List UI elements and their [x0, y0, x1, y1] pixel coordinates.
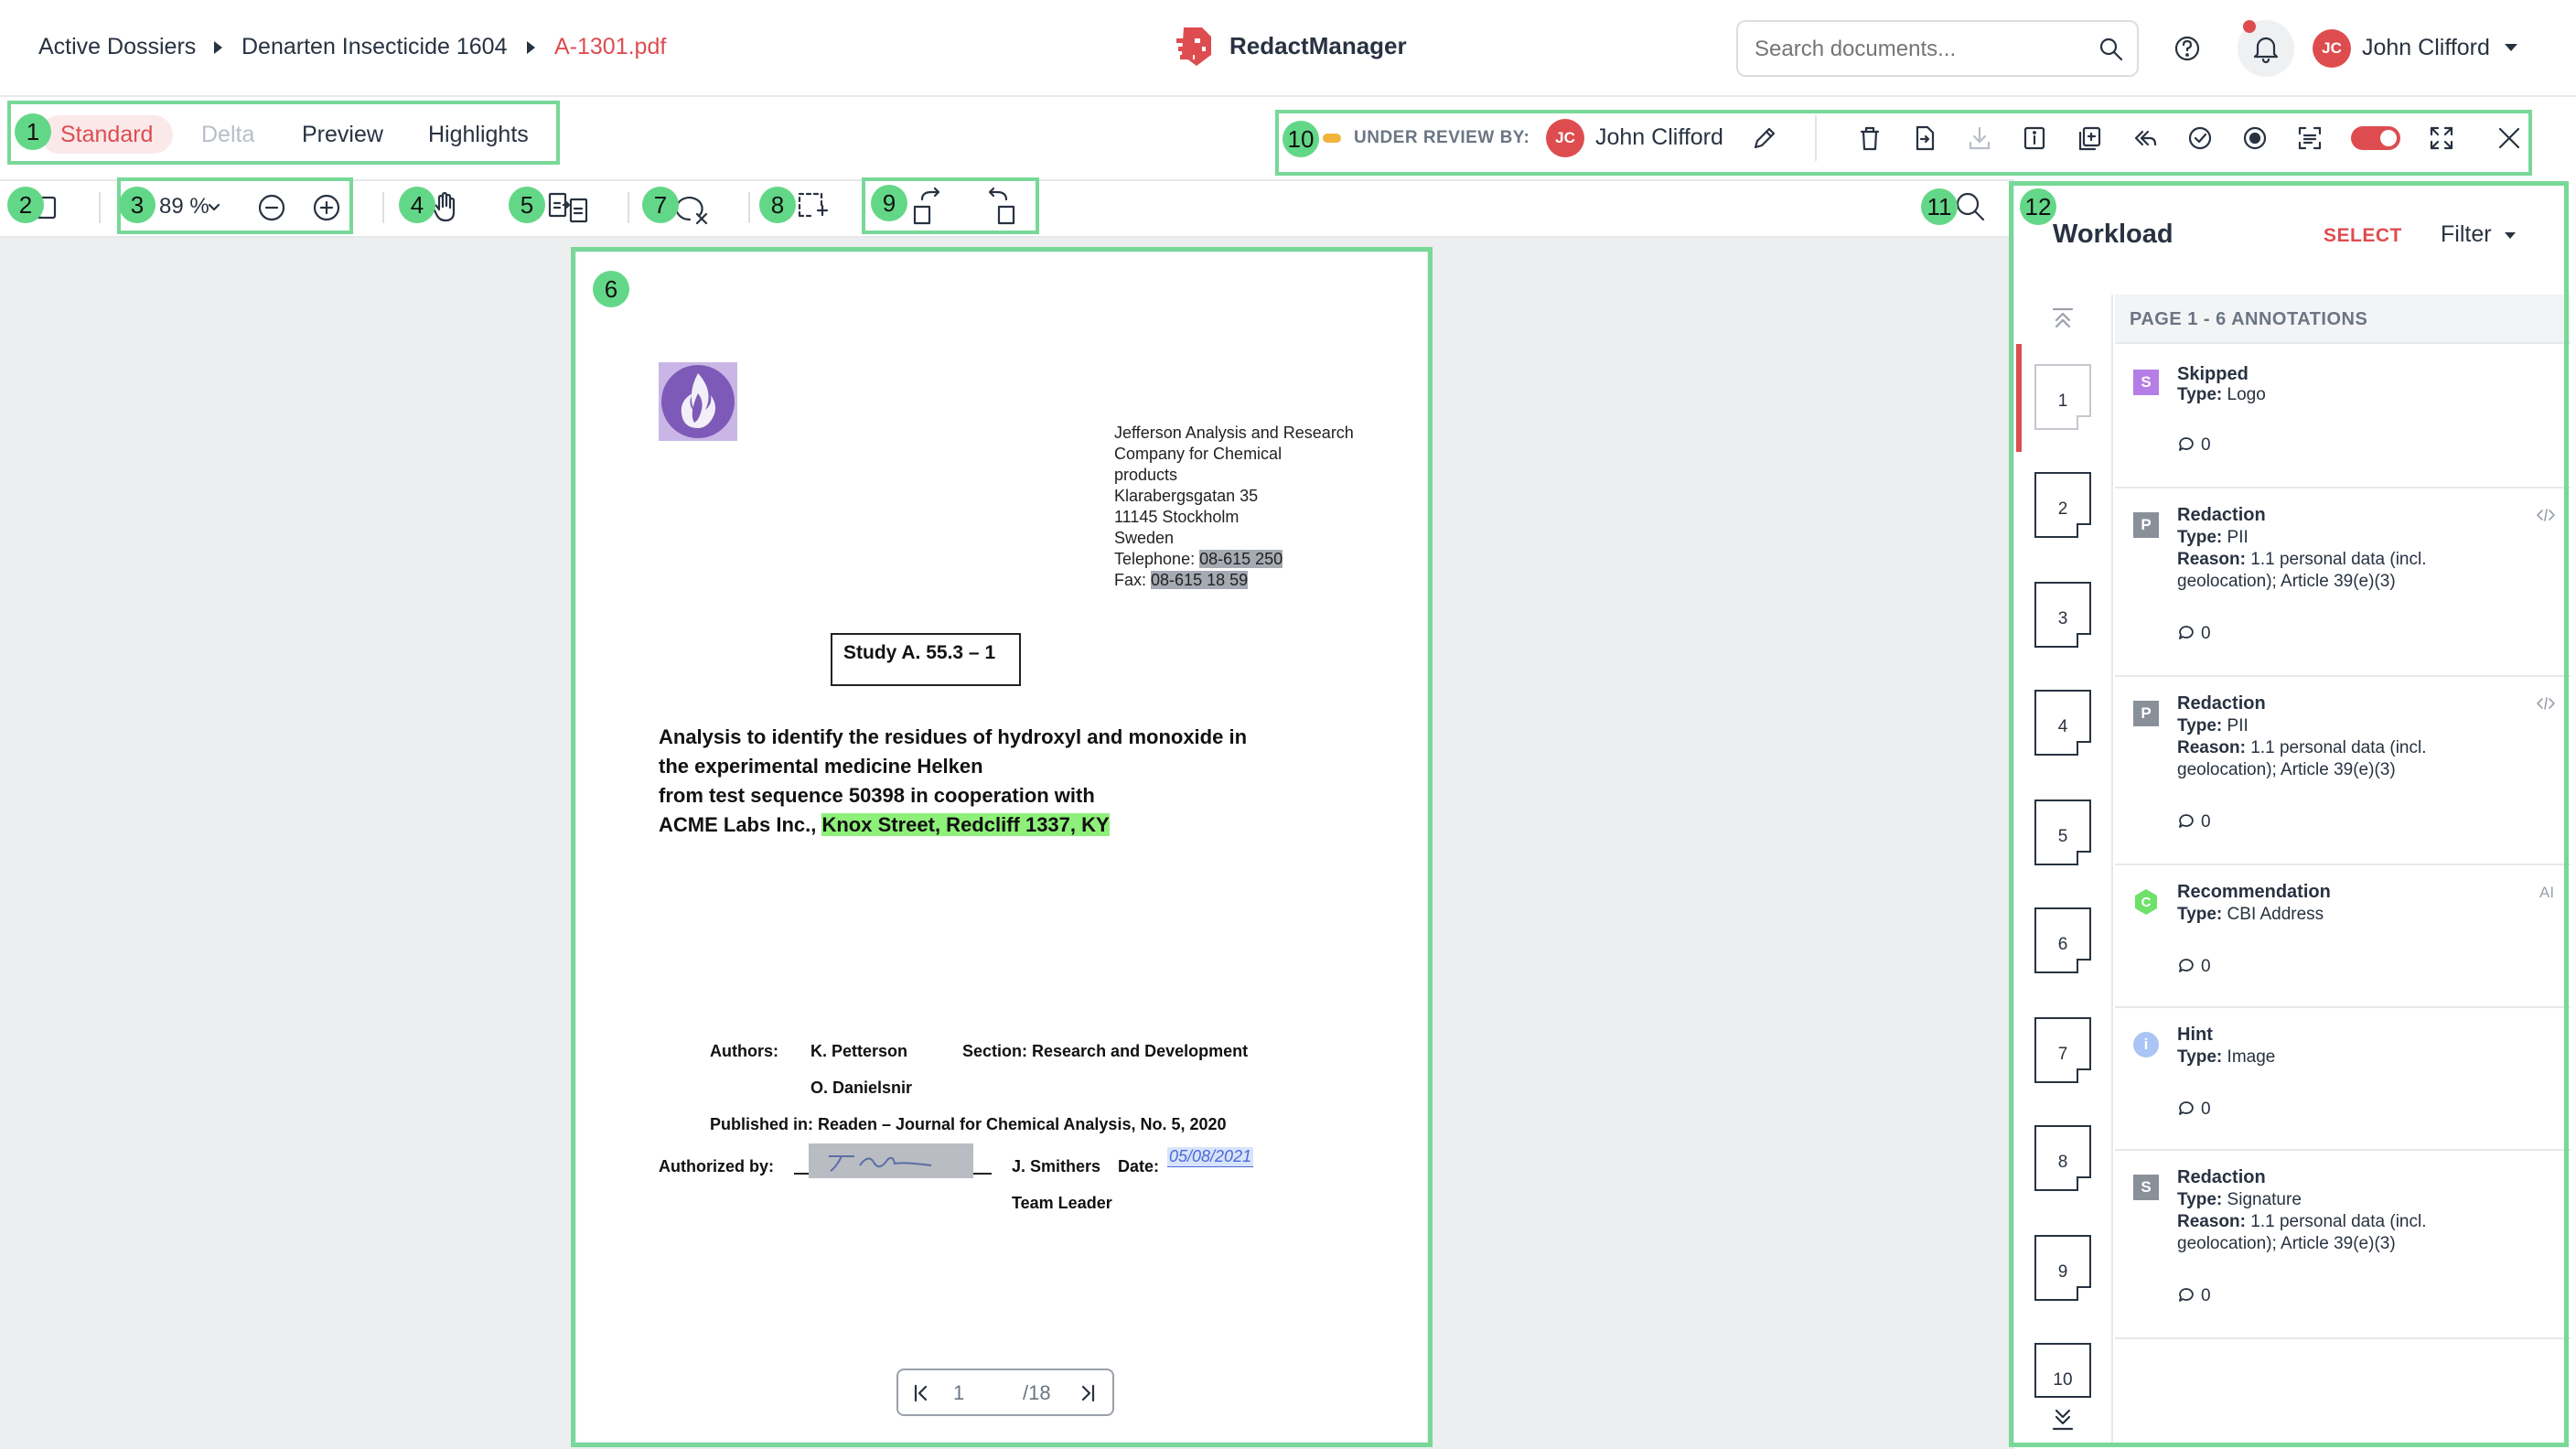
chevron-down-icon[interactable] [207, 201, 221, 214]
edit-pencil-icon[interactable] [1751, 124, 1778, 152]
zoom-in-icon[interactable] [311, 192, 342, 223]
review-label: UNDER REVIEW BY: [1354, 128, 1530, 147]
breadcrumb-file[interactable]: A-1301.pdf [554, 34, 666, 60]
close-icon[interactable] [2496, 124, 2523, 152]
callout-badge: 10 [1283, 121, 1319, 157]
zoom-level[interactable]: 89 % [159, 194, 209, 220]
tab-highlights[interactable]: Highlights [408, 115, 549, 154]
compare-pages-icon[interactable] [547, 190, 589, 225]
fullscreen-icon[interactable] [2428, 124, 2455, 152]
callout-badge: 4 [399, 187, 435, 223]
callout-badge: 11 [1921, 188, 1958, 225]
callout-badge: 9 [871, 185, 907, 221]
callout-badge: 6 [593, 271, 629, 307]
help-icon[interactable] [2172, 33, 2203, 64]
divider [382, 192, 384, 223]
callout-badge: 7 [642, 187, 679, 223]
search-input[interactable] [1755, 35, 2084, 64]
scan-text-icon[interactable] [2296, 124, 2324, 152]
divider [1815, 115, 1817, 161]
status-indicator [1323, 134, 1341, 143]
panel-highlight-box [2009, 181, 2569, 1447]
record-icon[interactable] [2241, 124, 2269, 152]
search-icon[interactable] [1954, 190, 1987, 223]
download-icon[interactable] [1967, 124, 1992, 152]
approve-check-icon[interactable] [2186, 124, 2214, 152]
reply-all-icon[interactable] [2131, 124, 2159, 152]
brand-mark-icon [1173, 27, 1211, 66]
user-name[interactable]: John Clifford [2362, 35, 2490, 61]
tab-delta[interactable]: Delta [181, 115, 274, 154]
breadcrumb-separator-icon [527, 41, 535, 54]
tab-preview[interactable]: Preview [282, 115, 403, 154]
info-icon[interactable] [2022, 124, 2047, 152]
bell-icon [2253, 37, 2279, 63]
brand-name: RedactManager [1229, 31, 1407, 59]
app-header: Active Dossiers Denarten Insecticide 160… [0, 0, 2576, 97]
area-select-icon[interactable] [796, 190, 831, 223]
rotate-left-icon[interactable] [909, 187, 946, 227]
delete-icon[interactable] [1857, 124, 1883, 152]
callout-badge: 2 [7, 187, 44, 223]
copy-icon[interactable] [2077, 124, 2102, 152]
callout-badge: 3 [119, 187, 156, 223]
callout-badge: 1 [15, 113, 51, 150]
brand-logo[interactable]: RedactManager [1171, 22, 1407, 70]
tab-standard[interactable]: Standard [40, 115, 174, 154]
breadcrumb-separator-icon [214, 41, 222, 54]
annotations-toggle[interactable] [2351, 126, 2400, 150]
callout-badge: 8 [759, 187, 796, 223]
notification-dot [2243, 20, 2256, 33]
file-move-icon[interactable] [1912, 124, 1937, 152]
divider [748, 192, 750, 223]
reviewer-name[interactable]: John Clifford [1595, 124, 1723, 151]
reviewer-avatar[interactable]: JC [1546, 119, 1584, 157]
callout-badge: 5 [509, 187, 545, 223]
search-box[interactable] [1736, 20, 2139, 77]
divider [628, 192, 629, 223]
page-highlight-box [571, 247, 1433, 1447]
rotate-right-icon[interactable] [982, 187, 1019, 227]
zoom-out-icon[interactable] [256, 192, 287, 223]
search-icon[interactable] [2098, 37, 2124, 62]
callout-badge: 12 [2020, 188, 2056, 225]
chevron-down-icon[interactable] [2505, 44, 2517, 51]
divider [99, 192, 101, 223]
breadcrumb-dossier[interactable]: Denarten Insecticide 1604 [242, 34, 507, 60]
breadcrumb-dossiers[interactable]: Active Dossiers [38, 34, 196, 60]
user-avatar[interactable]: JC [2313, 29, 2351, 68]
toggle-knob [2380, 130, 2397, 146]
